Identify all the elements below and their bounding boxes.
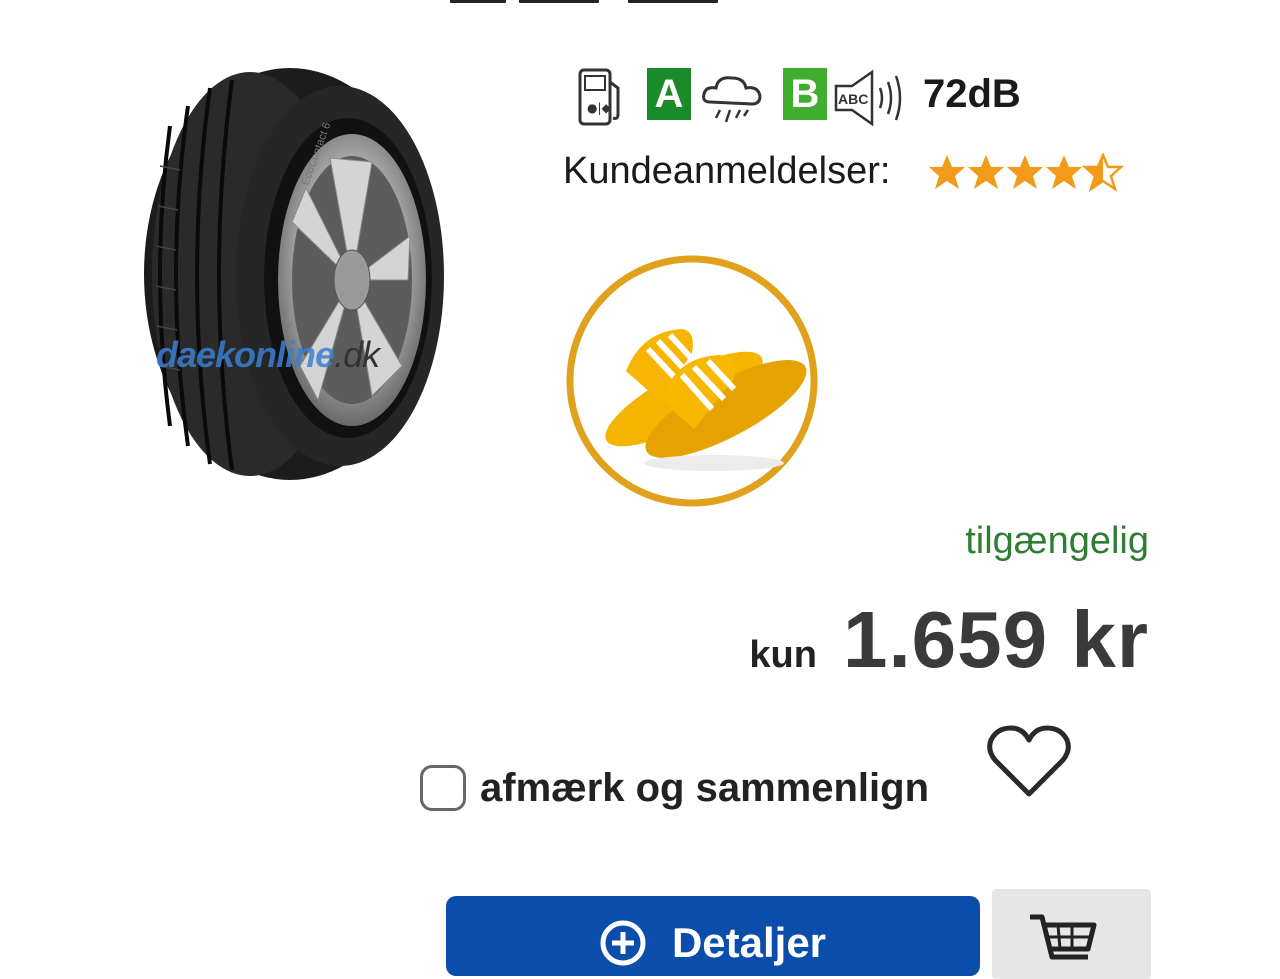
svg-text:●|◆: ●|◆ <box>587 101 612 115</box>
details-button[interactable]: Detaljer <box>446 896 980 976</box>
top-cropped-content <box>0 0 1280 6</box>
noise-speaker-icon: ABC <box>834 69 902 127</box>
rain-cloud-icon <box>702 76 762 123</box>
star-icon <box>929 155 965 189</box>
compare-label[interactable]: afmærk og sammenlign <box>480 766 929 811</box>
availability-status: tilgængelig <box>965 520 1149 562</box>
add-to-cart-button[interactable] <box>992 889 1151 979</box>
fuel-pump-icon: ●|◆ <box>578 68 620 126</box>
price: kun 1.659 kr <box>749 594 1149 686</box>
shopping-cart-icon <box>1030 914 1097 960</box>
compare-checkbox[interactable] <box>420 765 466 811</box>
star-icon <box>1007 155 1043 189</box>
image-watermark: daekonline.dk <box>156 334 380 375</box>
plus-circle-icon <box>600 920 646 966</box>
star-icon <box>968 155 1004 189</box>
compare-toggle[interactable]: afmærk og sammenlign <box>420 762 929 814</box>
details-button-label: Detaljer <box>671 919 827 966</box>
price-prefix: kun <box>749 634 817 676</box>
heart-icon[interactable] <box>985 724 1073 800</box>
fuel-grade-badge: A <box>647 68 691 120</box>
price-value: 1.659 kr <box>842 595 1149 684</box>
wet-grip-grade-badge: B <box>783 68 827 120</box>
yellow-slippers-icon[interactable] <box>564 251 824 511</box>
svg-text:ABC: ABC <box>838 91 868 107</box>
noise-value: 72dB <box>923 72 1021 116</box>
rating-stars[interactable] <box>928 153 1124 193</box>
tyre-image[interactable]: EcoContact 6 <box>140 66 450 486</box>
reviews-label: Kundeanmeldelser: <box>563 150 891 192</box>
star-icon <box>1046 155 1082 189</box>
